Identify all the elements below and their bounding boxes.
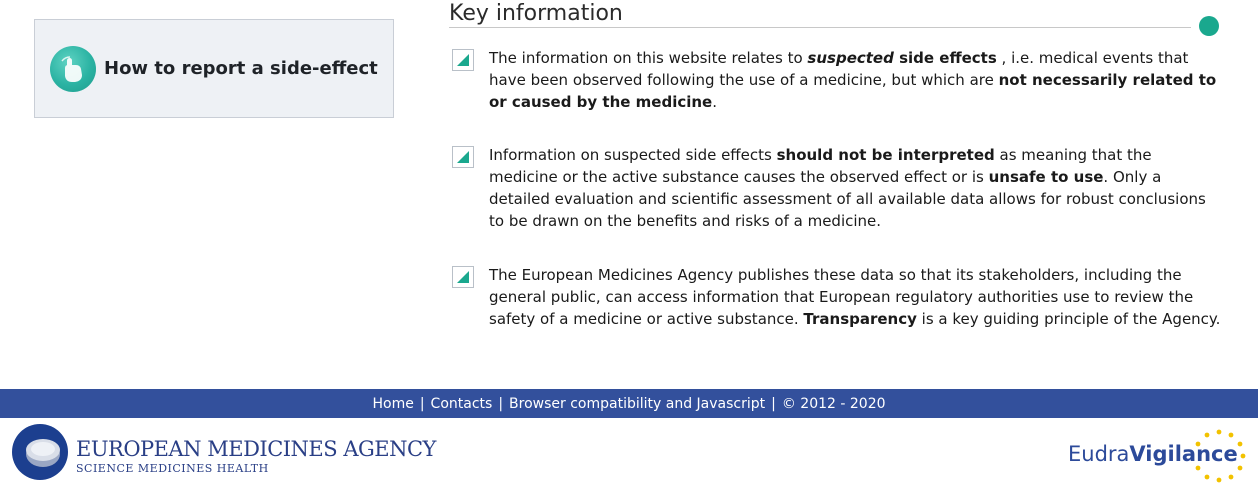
accent-dot-icon [1199,16,1219,36]
text-run: Information on suspected side effects [489,146,777,164]
footer-link-contacts[interactable]: Contacts [431,396,493,412]
report-side-effect-label: How to report a side-effect [104,58,378,79]
footer-copyright: © 2012 - 2020 [781,395,886,412]
text-run: unsafe to use [988,168,1104,186]
text-run: Transparency [803,310,917,328]
hand-pointer-icon [50,45,96,92]
eudravigilance-wordmark: EudraVigilance [1068,442,1238,466]
key-information-heading: Key information [449,1,623,26]
text-run: should not be interpreted [776,146,995,164]
key-info-item: The information on this website relates … [452,47,1222,117]
footer-link-home[interactable]: Home [372,396,413,412]
text-run: is a key guiding principle of the Agency… [916,310,1221,328]
eudravigilance-wordmark-bold: Vigilance [1129,442,1238,466]
eudravigilance-logo[interactable]: EudraVigilance [1060,426,1255,486]
footer-separator: | [771,395,776,412]
text-run: side effects [893,49,997,67]
text-run: The information on this website relates … [489,49,808,67]
text-run: suspected [807,49,894,67]
ema-seal-icon [12,424,68,480]
triangle-bullet-icon [452,146,474,168]
report-side-effect-button[interactable]: How to report a side-effect [34,19,394,118]
ema-logo[interactable]: EUROPEAN MEDICINES AGENCY SCIENCE MEDICI… [12,424,436,482]
ema-tagline: SCIENCE MEDICINES HEALTH [76,462,269,475]
footer-separator: | [419,395,425,412]
key-info-item: Information on suspected side effects sh… [452,144,1222,236]
triangle-bullet-icon [452,49,474,71]
eudravigilance-wordmark-light: Eudra [1068,442,1130,466]
key-info-item: The European Medicines Agency publishes … [452,264,1222,356]
footer-nav: Home | Contacts | Browser compatibility … [0,389,1258,418]
heading-divider [449,27,1191,28]
ema-name: EUROPEAN MEDICINES AGENCY [76,437,436,461]
key-info-text: The European Medicines Agency publishes … [489,264,1222,330]
footer-link-browser-compatibility[interactable]: Browser compatibility and Javascript [509,396,765,412]
key-info-text: Information on suspected side effects sh… [489,144,1222,232]
key-info-text: The information on this website relates … [489,47,1222,113]
footer-separator: | [498,395,504,412]
triangle-bullet-icon [452,266,474,288]
text-run: . [712,93,718,111]
